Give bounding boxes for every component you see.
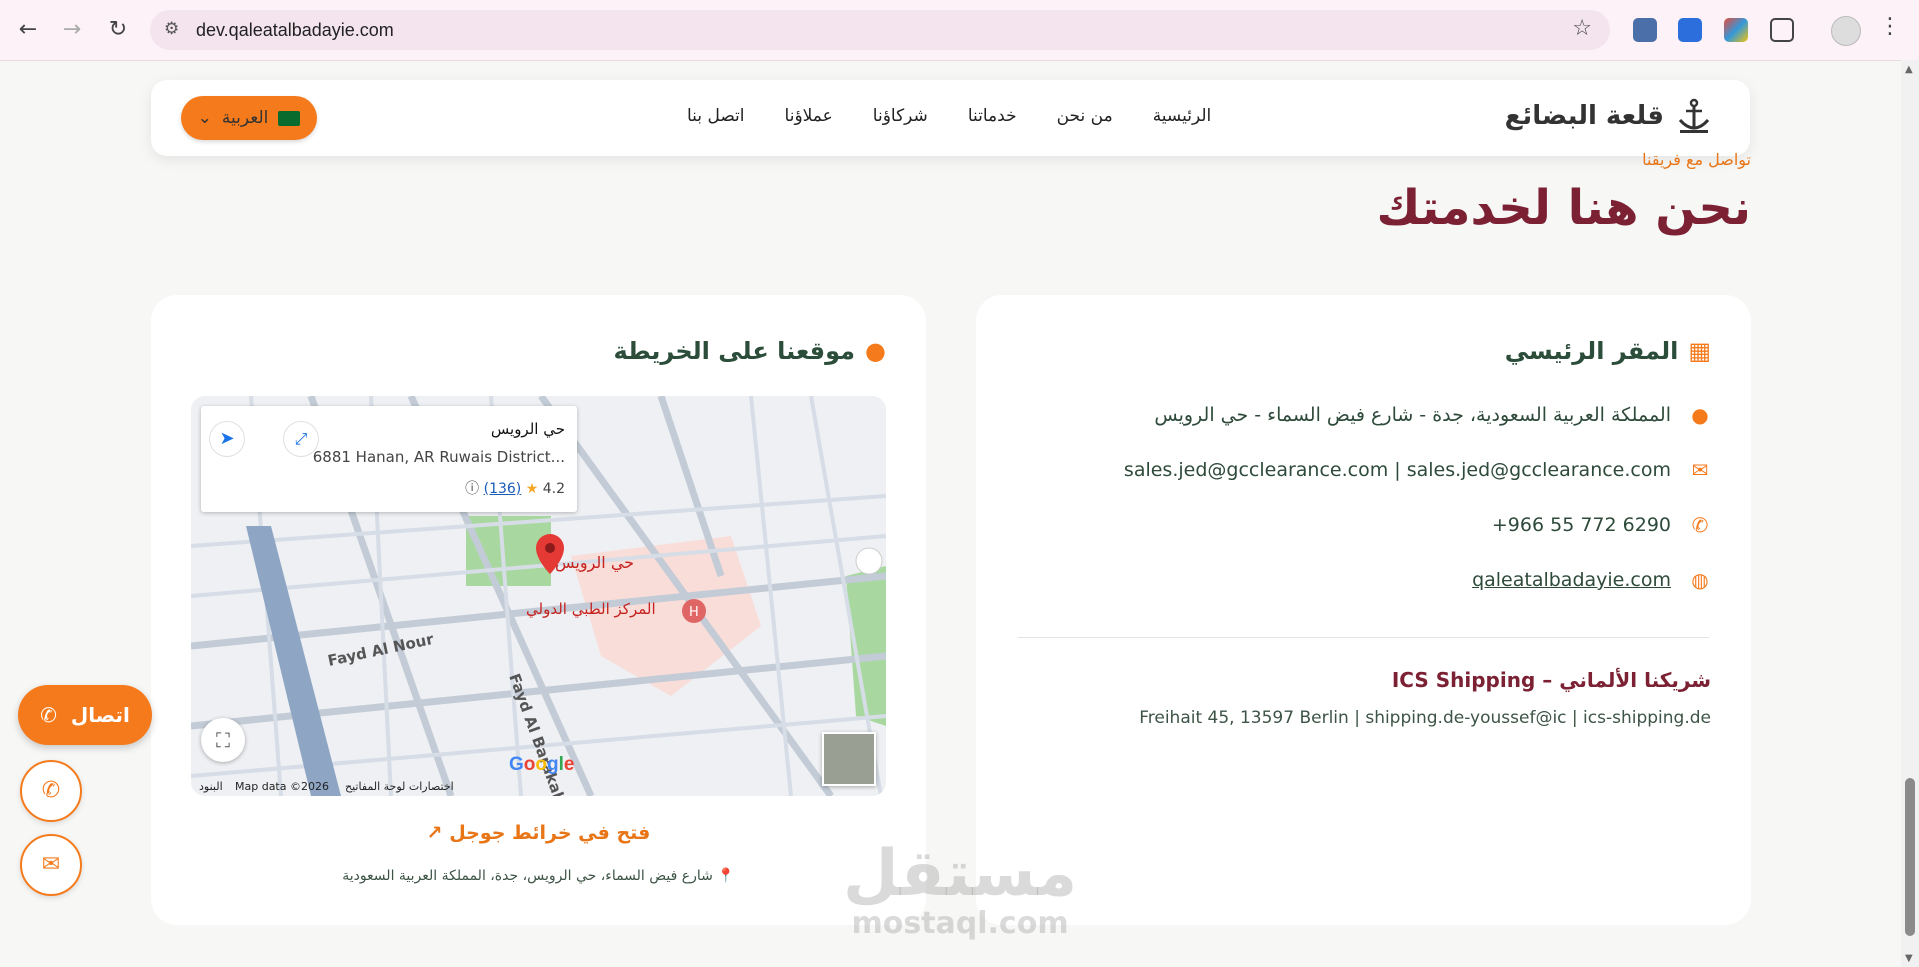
directions-icon[interactable]: ➤ — [209, 421, 245, 457]
call-button[interactable]: ✆ اتصال — [18, 685, 152, 745]
section-title: نحن هنا لخدمتك — [1376, 180, 1751, 236]
map-data-text: Map data ©2026 — [235, 780, 329, 793]
nav-partners[interactable]: شركاؤنا — [873, 106, 928, 126]
watermark-latin: mostaql.com — [851, 906, 1069, 941]
anchor-logo-icon — [1678, 98, 1710, 133]
nav-home[interactable]: الرئيسية — [1153, 106, 1212, 126]
hq-title: المقر الرئيسي — [1504, 337, 1679, 365]
back-icon[interactable]: ← — [14, 16, 42, 44]
info-icon[interactable]: ⓘ — [465, 481, 479, 497]
main-nav: الرئيسية من نحن خدماتنا شركاؤنا عملاؤنا … — [687, 106, 1211, 126]
section-eyebrow: تواصل مع فريقنا — [1642, 150, 1751, 169]
forward-icon[interactable]: → — [58, 16, 86, 44]
map-title: موقعنا على الخريطة — [613, 337, 856, 365]
phone-icon: ✆ — [40, 703, 57, 727]
open-in-google-maps-link[interactable]: فتح في خرائط جوجل ↗ — [151, 822, 926, 844]
terms-link[interactable]: البنود — [199, 780, 223, 793]
map-pin-icon: ● — [865, 337, 886, 365]
address-note: 📍 شارع فيض السماء، حي الرويس، جدة، الممل… — [342, 868, 735, 884]
whatsapp-button[interactable]: ✆ — [20, 760, 82, 822]
hq-heading: ▦ المقر الرئيسي — [1505, 337, 1711, 365]
url-text[interactable]: dev.qaleatalbadayie.com — [196, 20, 394, 41]
building-icon: ▦ — [1688, 337, 1711, 365]
scroll-down-icon[interactable]: ▼ — [1905, 953, 1913, 964]
divider — [1018, 637, 1709, 638]
place-address: 6881 Hanan, AR Ruwais District... — [312, 448, 565, 466]
place-rating: ⓘ (136) ★ 4.2 — [465, 478, 565, 498]
rating-count[interactable]: (136) — [484, 481, 522, 497]
svg-text:H: H — [689, 605, 699, 620]
keyboard-shortcuts-link[interactable]: اختصارات لوحة المفاتيح — [345, 780, 454, 793]
whatsapp-icon: ✆ — [41, 778, 61, 803]
hq-website-row: ◍ qaleatalbadayie.com — [1472, 568, 1711, 592]
nav-clients[interactable]: عملاؤنا — [785, 106, 833, 126]
globe-icon: ◍ — [1691, 568, 1709, 592]
poi-label: المركز الطبي الدولي — [526, 600, 656, 618]
address-bar[interactable]: ⚙ dev.qaleatalbadayie.com ☆ — [150, 10, 1610, 50]
browser-toolbar: ← → ↻ ⚙ dev.qaleatalbadayie.com ☆ ⋮ — [0, 0, 1919, 61]
map-footer: البنود Map data ©2026 اختصارات لوحة المف… — [191, 778, 886, 796]
open-in-maps-label: فتح في خرائط جوجل — [449, 822, 651, 844]
language-label: العربية — [221, 108, 269, 128]
scroll-up-icon[interactable]: ▲ — [1905, 64, 1913, 75]
site-header: قلعة البضائع الرئيسية من نحن خدماتنا شرك… — [151, 80, 1750, 156]
place-name: حي الرويس — [490, 420, 565, 438]
map-heading: ● موقعنا على الخريطة — [613, 337, 886, 365]
envelope-icon: ✉ — [1691, 458, 1709, 482]
watermark: مستقل mostaql.com — [843, 842, 1077, 941]
bookmark-star-icon[interactable]: ☆ — [1572, 16, 1592, 41]
reload-icon[interactable]: ↻ — [104, 16, 132, 44]
external-link-icon: ↗ — [426, 822, 443, 844]
extension-icon[interactable] — [1633, 18, 1657, 42]
nav-services[interactable]: خدماتنا — [968, 106, 1017, 126]
hq-email-row: ✉ sales.jed@gcclearance.com | sales.jed@… — [1124, 458, 1711, 482]
google-logo: Google — [509, 754, 575, 775]
fullscreen-icon[interactable]: ⛶ — [201, 718, 245, 762]
extension-icon[interactable] — [1678, 18, 1702, 42]
phone-icon: ✆ — [1691, 513, 1709, 537]
language-switcher[interactable]: ⌄ العربية — [181, 96, 317, 140]
hq-address: المملكة العربية السعودية، جدة - شارع فيض… — [1154, 404, 1671, 426]
nav-about[interactable]: من نحن — [1057, 106, 1113, 126]
star-icon: ★ — [525, 481, 539, 497]
profile-avatar[interactable] — [1831, 16, 1861, 46]
page-scrollbar[interactable]: ▲ ▼ — [1901, 60, 1919, 967]
envelope-icon: ✉ — [41, 852, 61, 877]
place-info-card: حي الرويس 6881 Hanan, AR Ruwais District… — [201, 406, 577, 512]
extension-icon[interactable] — [1724, 18, 1748, 42]
embedded-google-map[interactable]: H Fayd Al Nour Fayd Al Barakah حي الرويس… — [191, 396, 886, 796]
saudi-flag-icon — [278, 110, 301, 126]
map-marker-icon — [855, 547, 883, 575]
location-pin-icon: ● — [1691, 403, 1709, 427]
hq-phone[interactable]: +966 55 772 6290 — [1492, 514, 1671, 536]
watermark-arabic: مستقل — [843, 837, 1078, 911]
logo-text: قلعة البضائع — [1504, 101, 1664, 131]
map-card: ● موقعنا على الخريطة H Fayd Al Nour Fayd… — [151, 295, 926, 925]
nav-contact[interactable]: اتصل بنا — [687, 106, 745, 126]
enlarge-map-icon[interactable]: ⤢ — [283, 421, 319, 457]
pin-label: حي الرويس — [555, 553, 635, 572]
logo[interactable]: قلعة البضائع — [1505, 96, 1714, 136]
hq-email[interactable]: sales.jed@gcclearance.com | sales.jed@gc… — [1124, 459, 1671, 481]
rating-value: 4.2 — [542, 481, 565, 497]
site-info-icon[interactable]: ⚙ — [164, 19, 179, 39]
partner-info: Freihait 45, 13597 Berlin | shipping.de-… — [1139, 708, 1711, 728]
partner-title: شريكنا الألماني – ICS Shipping — [1391, 668, 1711, 692]
email-button[interactable]: ✉ — [20, 834, 82, 896]
hq-website-link[interactable]: qaleatalbadayie.com — [1472, 569, 1671, 591]
call-label: اتصال — [70, 703, 130, 727]
headquarters-card: ▦ المقر الرئيسي ● المملكة العربية السعود… — [976, 295, 1751, 925]
scrollbar-thumb[interactable] — [1905, 778, 1915, 936]
hq-address-row: ● المملكة العربية السعودية، جدة - شارع ف… — [1154, 403, 1711, 427]
hq-phone-row: ✆ +966 55 772 6290 — [1492, 513, 1711, 537]
extensions-puzzle-icon[interactable] — [1770, 18, 1794, 42]
chevron-down-icon: ⌄ — [197, 108, 212, 128]
menu-dots-icon[interactable]: ⋮ — [1879, 14, 1901, 39]
